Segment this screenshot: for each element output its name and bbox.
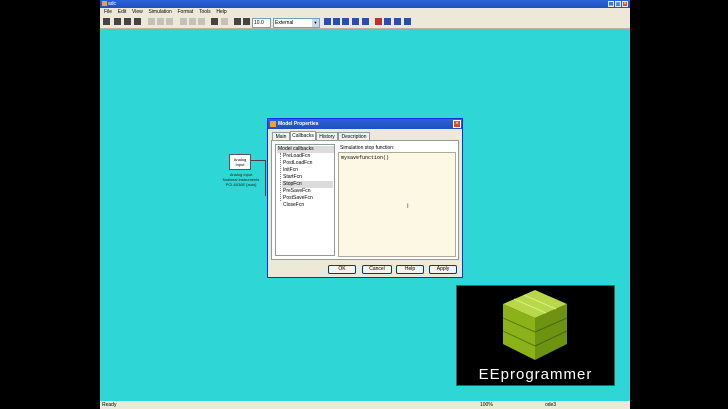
editor-label: Simulation stop function: <box>340 145 395 151</box>
back-icon[interactable] <box>180 18 187 25</box>
model-explorer-icon[interactable] <box>362 18 369 25</box>
up-icon[interactable] <box>198 18 205 25</box>
stop-simulation-icon[interactable] <box>243 18 250 25</box>
help-button[interactable]: Help <box>396 265 424 274</box>
minimize-button[interactable]: _ <box>608 1 614 7</box>
window-title: adc <box>108 1 117 7</box>
simulation-mode-value: External <box>275 20 294 26</box>
start-simulation-icon[interactable] <box>234 18 241 25</box>
dialog-title: Model Properties <box>278 121 319 127</box>
tree-item-stopfcn[interactable]: StopFcn <box>282 181 333 188</box>
toolbar <box>100 16 630 29</box>
menu-view[interactable]: View <box>132 8 143 16</box>
cube-logo-icon <box>502 290 568 360</box>
eeprogrammer-logo: EEprogrammer <box>456 285 615 386</box>
print-icon[interactable] <box>134 18 141 25</box>
app-icon <box>102 1 107 6</box>
open-icon[interactable] <box>114 18 121 25</box>
model-advisor-icon[interactable] <box>342 18 349 25</box>
save-icon[interactable] <box>124 18 131 25</box>
redo-icon[interactable] <box>221 18 228 25</box>
menu-edit[interactable]: Edit <box>118 8 127 16</box>
menu-format[interactable]: Format <box>177 8 193 16</box>
analog-input-block[interactable]: Analog Input <box>229 154 251 170</box>
chevron-down-icon[interactable]: ▼ <box>312 19 319 27</box>
tree-item-preloadfcn[interactable]: PreLoadFcn <box>282 153 333 160</box>
status-solver: ode3 <box>545 402 557 408</box>
output-line <box>251 160 265 161</box>
status-zoom: 100% <box>480 402 493 408</box>
tree-root[interactable]: Model callbacks <box>277 146 334 153</box>
block-name: Analog Input <box>233 157 248 167</box>
tree-item-startfcn[interactable]: StartFcn <box>282 174 333 181</box>
paste-icon[interactable] <box>166 18 173 25</box>
build-icon[interactable] <box>324 18 331 25</box>
callback-tree: Model callbacks PreLoadFcn PostLoadFcn I… <box>275 144 335 256</box>
editor-text: mysavefunction() <box>341 155 390 161</box>
dialog-title-bar[interactable]: Model Properties × <box>268 119 462 129</box>
connect-target-icon[interactable] <box>375 18 382 25</box>
callback-editor[interactable]: mysavefunction() <box>338 152 456 257</box>
tree-item-closefcn[interactable]: CloseFcn <box>282 202 333 209</box>
tree-item-presavefcn[interactable]: PreSaveFcn <box>282 188 333 195</box>
tree-item-initfcn[interactable]: InitFcn <box>282 167 333 174</box>
text-cursor-icon: I <box>407 204 409 210</box>
simulation-mode-select[interactable]: External ▼ <box>273 18 320 28</box>
logo-text: EEprogrammer <box>478 366 593 383</box>
stop-time-input[interactable]: 10.0 <box>252 18 271 28</box>
tab-callbacks[interactable]: Callbacks <box>290 131 316 140</box>
cut-icon[interactable] <box>148 18 155 25</box>
tab-description[interactable]: Description <box>338 132 370 140</box>
forward-icon[interactable] <box>189 18 196 25</box>
menu-tools[interactable]: Tools <box>199 8 211 16</box>
tree-item-postloadfcn[interactable]: PostLoadFcn <box>282 160 333 167</box>
tab-main[interactable]: Main <box>272 132 290 140</box>
status-text: Ready <box>102 402 117 408</box>
tree-item-postsavefcn[interactable]: PostSaveFcn <box>282 195 333 202</box>
copy-icon[interactable] <box>157 18 164 25</box>
title-bar[interactable]: adc _ □ × <box>100 0 630 8</box>
debug-icon[interactable] <box>384 18 391 25</box>
signal-bus-line <box>265 160 266 196</box>
ok-button[interactable]: OK <box>328 265 356 274</box>
menu-file[interactable]: File <box>104 8 112 16</box>
menu-help[interactable]: Help <box>216 8 226 16</box>
tab-history[interactable]: History <box>316 132 338 140</box>
callbacks-panel: Model callbacks PreLoadFcn PostLoadFcn I… <box>271 140 459 260</box>
library-browser-icon[interactable] <box>352 18 359 25</box>
model-properties-dialog: Model Properties × Main Callbacks Histor… <box>267 118 463 278</box>
cancel-button[interactable]: Cancel <box>362 265 392 274</box>
new-model-icon[interactable] <box>103 18 110 25</box>
menu-bar: File Edit View Simulation Format Tools H… <box>100 8 630 16</box>
maximize-button[interactable]: □ <box>615 1 621 7</box>
apply-button[interactable]: Apply <box>429 265 457 274</box>
dialog-icon <box>270 121 276 127</box>
close-button[interactable]: × <box>622 1 628 7</box>
profiler-icon[interactable] <box>394 18 401 25</box>
preferences-icon[interactable] <box>404 18 411 25</box>
menu-simulation[interactable]: Simulation <box>148 8 171 16</box>
update-diagram-icon[interactable] <box>333 18 340 25</box>
block-caption: Analog Input National Instruments PCI-60… <box>222 172 260 187</box>
status-bar: Ready 100% ode3 <box>100 401 630 409</box>
undo-icon[interactable] <box>211 18 218 25</box>
dialog-close-button[interactable]: × <box>453 120 461 128</box>
